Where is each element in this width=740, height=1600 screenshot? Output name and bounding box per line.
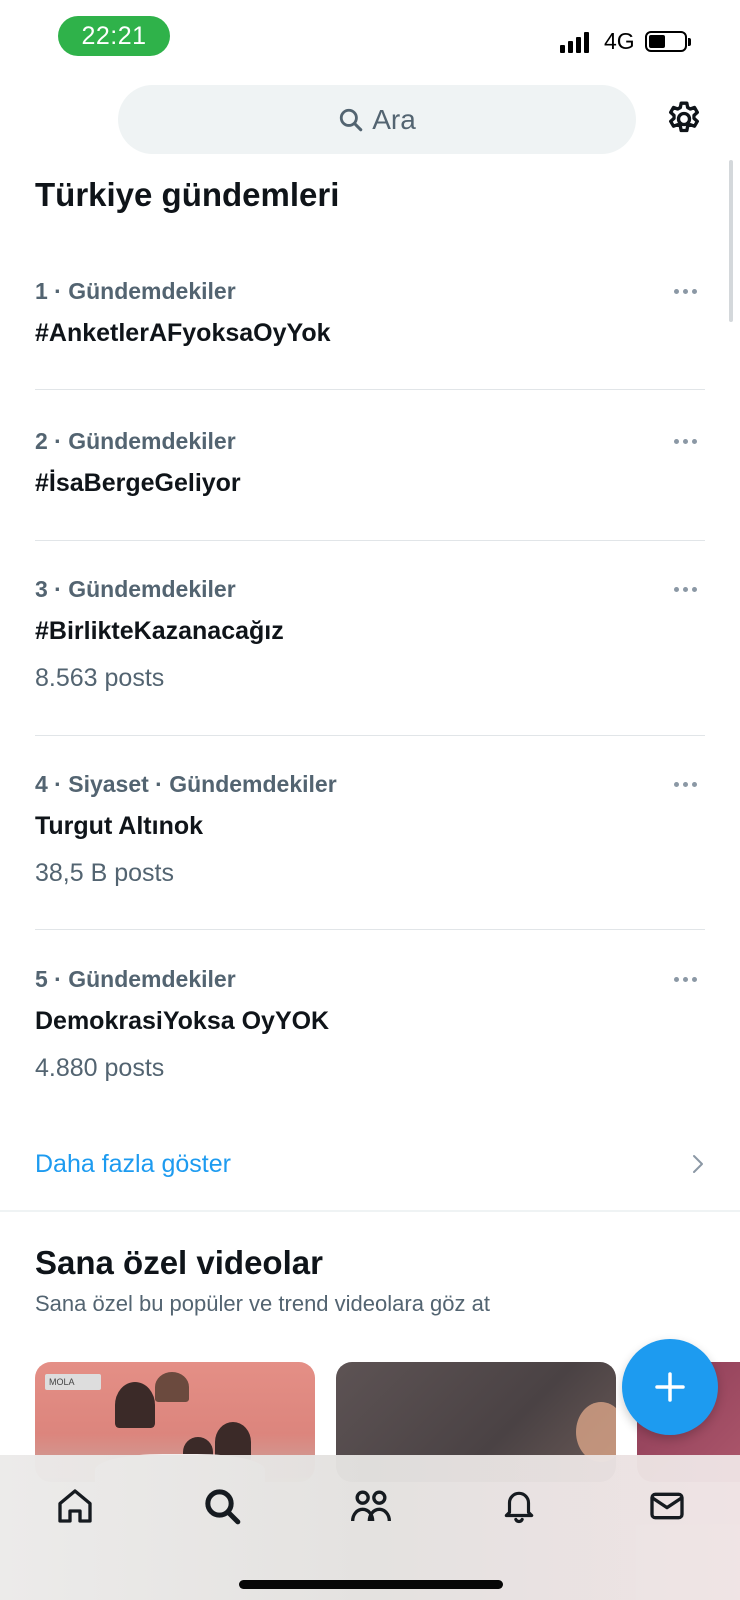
scrollbar[interactable]	[729, 160, 733, 322]
trend-post-count: 38,5 B posts	[35, 859, 174, 887]
trend-name: DemokrasiYoksa OyYOK	[35, 1007, 330, 1035]
trend-item-3[interactable]: 3 · Gündemdekiler #BirlikteKazanacağız 8…	[35, 576, 705, 693]
trend-item-5[interactable]: 5 · Gündemdekiler DemokrasiYoksa OyYOK 4…	[35, 966, 705, 1083]
more-options-icon[interactable]	[665, 428, 705, 454]
video-thumbnail-tag: MOLA	[45, 1374, 101, 1390]
home-indicator[interactable]	[239, 1580, 503, 1589]
show-more-label: Daha fazla göster	[35, 1149, 231, 1178]
home-icon	[58, 1489, 92, 1523]
trend-meta: 1 · Gündemdekiler	[35, 278, 236, 304]
battery-fill	[649, 35, 665, 48]
trend-item-4[interactable]: 4 · Siyaset · Gündemdekiler Turgut Altın…	[35, 771, 705, 888]
show-more-link[interactable]: Daha fazla göster	[35, 1146, 705, 1182]
trend-name: #AnketlerAFyoksaOyYok	[35, 319, 331, 347]
more-options-icon[interactable]	[665, 278, 705, 304]
trend-meta: 2 · Gündemdekiler	[35, 428, 236, 454]
search-icon	[205, 1489, 241, 1525]
trend-post-count: 4.880 posts	[35, 1054, 165, 1082]
trend-name: #İsaBergeGeliyor	[35, 469, 241, 497]
trend-meta: 4 · Siyaset · Gündemdekiler	[35, 771, 337, 797]
trend-post-count: 8.563 posts	[35, 664, 165, 692]
divider	[35, 735, 705, 736]
communities-icon	[351, 1490, 391, 1522]
chevron-right-icon	[693, 1155, 703, 1173]
status-time: 22:21	[58, 16, 170, 56]
trend-meta: 5 · Gündemdekiler	[35, 966, 236, 992]
status-bar: 22:21 4G	[0, 0, 740, 70]
nav-home[interactable]	[50, 1481, 100, 1531]
search-placeholder: Ara	[372, 103, 416, 135]
gear-icon	[669, 101, 699, 133]
notifications-icon	[504, 1491, 534, 1524]
settings-button[interactable]	[664, 99, 704, 139]
trend-item-2[interactable]: 2 · Gündemdekiler #İsaBergeGeliyor	[35, 428, 705, 498]
divider	[35, 389, 705, 390]
network-type: 4G	[604, 28, 635, 54]
battery-icon	[645, 31, 691, 52]
signal-strength-icon	[560, 31, 589, 53]
compose-button[interactable]	[622, 1339, 718, 1435]
search-icon	[340, 108, 363, 131]
trend-name: #BirlikteKazanacağız	[35, 617, 284, 645]
section-divider	[0, 1210, 740, 1212]
page-title: Türkiye gündemleri	[35, 176, 340, 213]
trend-meta: 3 · Gündemdekiler	[35, 576, 236, 602]
nav-messages[interactable]	[642, 1481, 692, 1531]
trend-name: Turgut Altınok	[35, 812, 204, 840]
videos-section-subtitle: Sana özel bu popüler ve trend videolara …	[35, 1291, 490, 1316]
nav-notifications[interactable]	[494, 1481, 544, 1531]
divider	[35, 540, 705, 541]
nav-communities[interactable]	[346, 1481, 396, 1531]
more-options-icon[interactable]	[665, 771, 705, 797]
nav-explore[interactable]	[197, 1481, 247, 1531]
more-options-icon[interactable]	[665, 966, 705, 992]
more-options-icon[interactable]	[665, 576, 705, 602]
plus-icon	[655, 1372, 685, 1402]
bottom-navigation	[0, 1455, 740, 1600]
videos-section-title: Sana özel videolar	[35, 1244, 323, 1281]
divider	[35, 929, 705, 930]
messages-icon	[650, 1492, 684, 1520]
trend-item-1[interactable]: 1 · Gündemdekiler #AnketlerAFyoksaOyYok	[35, 278, 705, 348]
search-input[interactable]: Ara	[118, 85, 636, 154]
